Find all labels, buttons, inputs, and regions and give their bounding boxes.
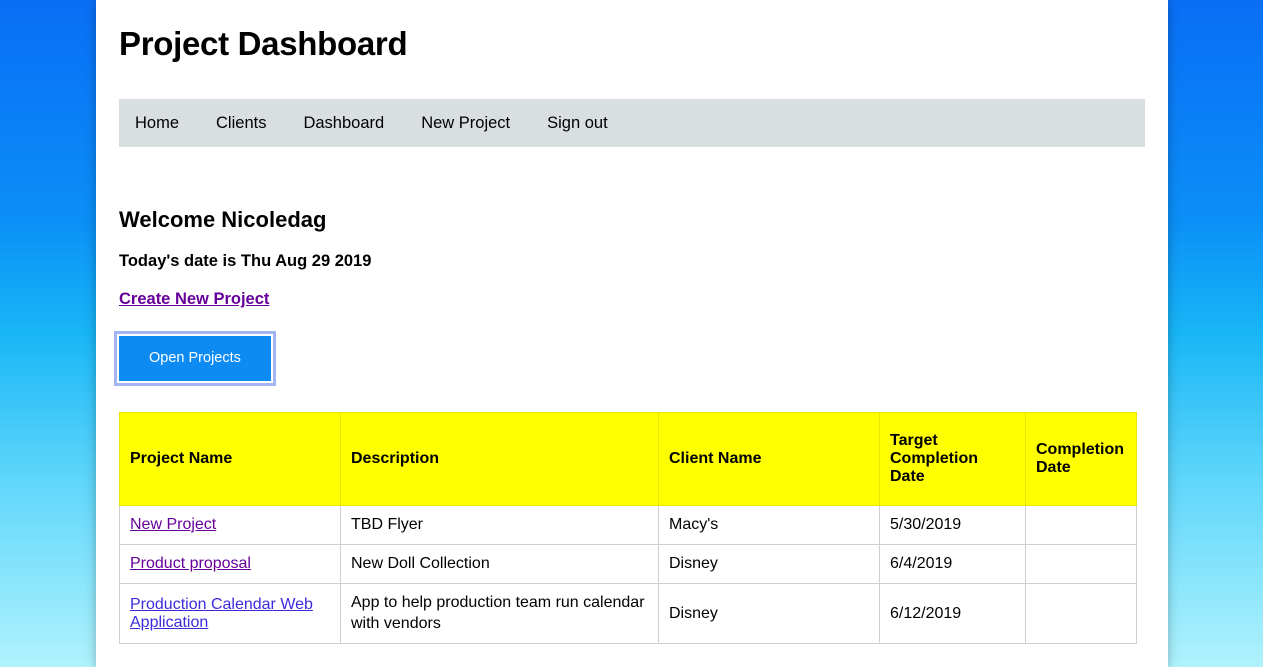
cell-client-name: Macy's bbox=[658, 504, 880, 545]
projects-table-head: Project Name Description Client Name Tar… bbox=[119, 411, 1137, 506]
cell-completion-date bbox=[1025, 583, 1137, 645]
cell-description: App to help production team run calendar… bbox=[340, 583, 659, 645]
project-link[interactable]: Product proposal bbox=[130, 555, 251, 572]
nav-item-clients[interactable]: Clients bbox=[216, 114, 266, 133]
table-header-row: Project Name Description Client Name Tar… bbox=[119, 411, 1137, 506]
cell-target-date: 6/12/2019 bbox=[879, 583, 1026, 645]
cell-client-name: Disney bbox=[658, 543, 880, 585]
welcome-heading: Welcome Nicoledag bbox=[119, 207, 327, 232]
open-projects-button-row: Open Projects bbox=[114, 309, 1145, 386]
column-header-completion-date[interactable]: Completion Date bbox=[1025, 411, 1137, 506]
page-container: Project Dashboard Home Clients Dashboard… bbox=[96, 0, 1168, 667]
nav-item-new-project[interactable]: New Project bbox=[421, 114, 510, 133]
cell-client-name: Disney bbox=[658, 583, 880, 645]
nav-item-sign-out[interactable]: Sign out bbox=[547, 114, 608, 133]
page-title: Project Dashboard bbox=[119, 25, 408, 62]
project-link[interactable]: Production Calendar Web Application bbox=[130, 596, 313, 631]
cell-target-date: 5/30/2019 bbox=[879, 504, 1026, 545]
cell-description: TBD Flyer bbox=[340, 504, 659, 545]
open-projects-button[interactable]: Open Projects bbox=[114, 331, 276, 386]
projects-table: Project Name Description Client Name Tar… bbox=[119, 411, 1137, 645]
cell-project-name: Product proposal bbox=[119, 543, 341, 585]
create-new-project-link[interactable]: Create New Project bbox=[119, 290, 269, 308]
cell-project-name: New Project bbox=[119, 504, 341, 545]
project-link[interactable]: New Project bbox=[130, 516, 216, 533]
cell-project-name: Production Calendar Web Application bbox=[119, 583, 341, 645]
column-header-project-name[interactable]: Project Name bbox=[119, 411, 341, 506]
today-date-text: Today's date is Thu Aug 29 2019 bbox=[119, 252, 372, 270]
nav-item-home[interactable]: Home bbox=[135, 114, 179, 133]
create-project-link-row: Create New Project bbox=[119, 271, 1145, 309]
table-row: Product proposal New Doll Collection Dis… bbox=[119, 543, 1137, 585]
nav-item-dashboard[interactable]: Dashboard bbox=[303, 114, 384, 133]
cell-description: New Doll Collection bbox=[340, 543, 659, 585]
table-row: New Project TBD Flyer Macy's 5/30/2019 bbox=[119, 504, 1137, 545]
column-header-description[interactable]: Description bbox=[340, 411, 659, 506]
cell-completion-date bbox=[1025, 543, 1137, 585]
projects-table-container: Project Name Description Client Name Tar… bbox=[119, 381, 1145, 645]
column-header-client-name[interactable]: Client Name bbox=[658, 411, 880, 506]
cell-target-date: 6/4/2019 bbox=[879, 543, 1026, 585]
projects-table-body: New Project TBD Flyer Macy's 5/30/2019 P… bbox=[119, 504, 1137, 645]
column-header-target-date[interactable]: Target Completion Date bbox=[879, 411, 1026, 506]
table-row: Production Calendar Web Application App … bbox=[119, 583, 1137, 645]
main-navigation: Home Clients Dashboard New Project Sign … bbox=[119, 99, 1145, 147]
cell-completion-date bbox=[1025, 504, 1137, 545]
